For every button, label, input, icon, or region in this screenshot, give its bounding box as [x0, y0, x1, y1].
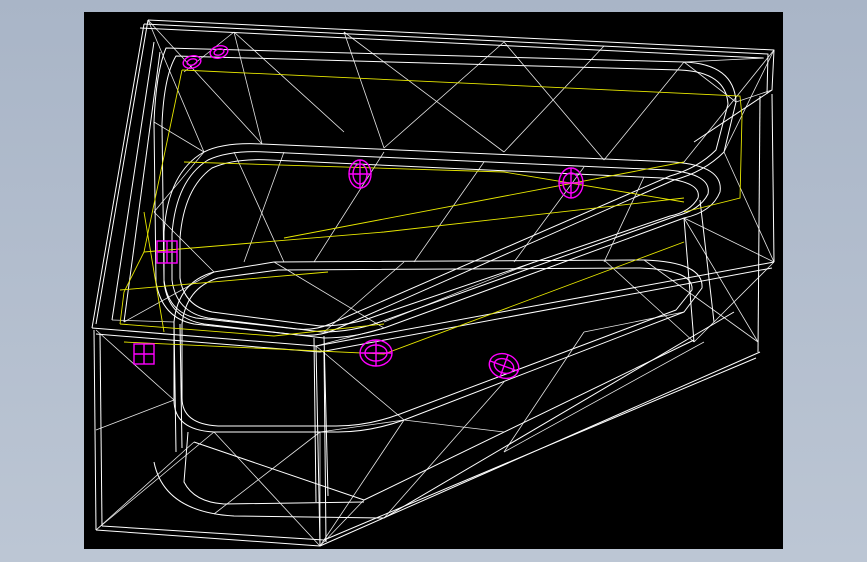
apron-vertical-edge — [771, 93, 775, 263]
jet-fitting — [348, 159, 372, 189]
jet-fitting — [359, 339, 393, 367]
cad-viewport[interactable] — [84, 12, 783, 549]
jet-fitting — [156, 240, 178, 264]
basin-bottom-edge — [153, 311, 735, 519]
construction-guides — [119, 69, 743, 355]
inner-rim-edge — [161, 55, 729, 330]
basin-floor-edge — [173, 259, 703, 433]
basin-side-edge — [683, 217, 695, 343]
apron-vertical-edge — [757, 95, 761, 353]
outer-rim-edge — [147, 19, 775, 143]
fittings — [133, 45, 584, 380]
basin-side-edge — [699, 199, 715, 323]
left-wall-edge — [111, 41, 155, 321]
apron-vertical-edge — [315, 345, 321, 547]
apron-vertical-edge — [93, 329, 97, 531]
apron-bottom-edge — [95, 351, 761, 547]
apron-bottom-edge — [101, 357, 757, 541]
basin-bottom-edge — [193, 339, 695, 501]
left-wall-edge — [95, 19, 149, 325]
basin-lip-edge — [171, 151, 709, 333]
jet-fitting — [488, 352, 520, 380]
jet-fitting — [558, 167, 584, 199]
jet-fitting — [133, 343, 155, 365]
basin-lip-edge — [163, 143, 721, 339]
basin-side-edge — [313, 337, 317, 503]
apron-vertical-edge — [99, 333, 103, 527]
bathtub-wireframe-model — [91, 19, 775, 547]
